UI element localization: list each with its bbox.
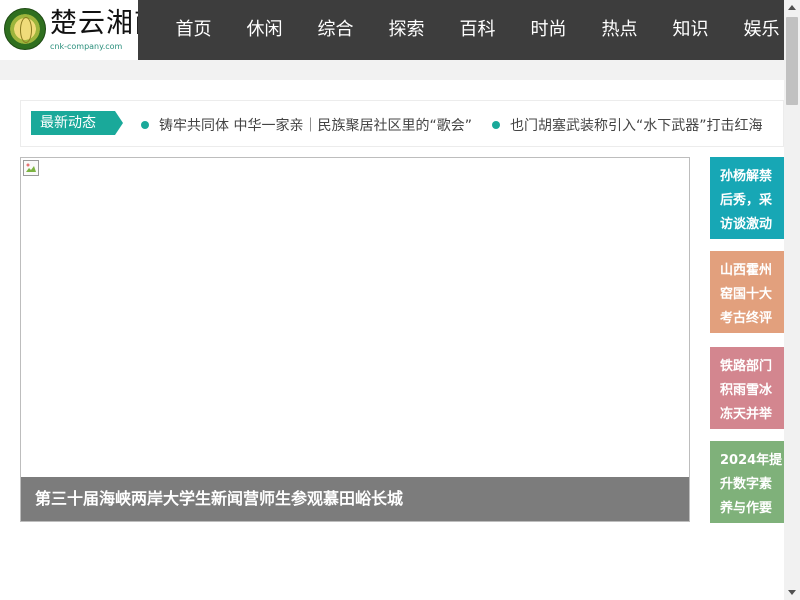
featured-caption: 第三十届海峡两岸大学生新闻营师生参观慕田峪长城 <box>21 477 689 521</box>
header-spacer <box>0 60 784 80</box>
side-card[interactable]: 山西霍州窑国十大考古终评 <box>710 251 784 333</box>
site-header: 楚云湘南 cnk-company.com 首页 休闲 综合 探索 百科 时尚 热… <box>0 0 784 60</box>
side-card[interactable]: 孙杨解禁后秀，采访谈激动哽咽 — <box>710 157 784 239</box>
ticker-items: 铸牢共同体 中华一家亲｜民族聚居社区里的“歌会” 也门胡塞武装称引入“水下武器”… <box>141 101 782 146</box>
scroll-up-arrow-icon[interactable] <box>784 0 800 16</box>
ticker-link[interactable]: 铸牢共同体 中华一家亲｜民族聚居社区里的“歌会” <box>141 101 472 146</box>
scroll-thumb[interactable] <box>786 17 798 105</box>
scroll-down-arrow-icon[interactable] <box>784 584 800 600</box>
broken-image-icon <box>23 160 39 176</box>
nav-item-leisure[interactable]: 休闲 <box>229 0 300 60</box>
page: 楚云湘南 cnk-company.com 首页 休闲 综合 探索 百科 时尚 热… <box>0 0 800 600</box>
nav-item-home[interactable]: 首页 <box>158 0 229 60</box>
side-cards: 孙杨解禁后秀，采访谈激动哽咽 — 山西霍州窑国十大考古终评 铁路部门积雨雪冰冻天… <box>710 157 784 537</box>
side-card[interactable]: 2024年提升数字素养与作要点 <box>710 441 784 523</box>
vertical-scrollbar[interactable] <box>784 0 800 600</box>
ticker-link-text: 也门胡塞武装称引入“水下武器”打击红海 <box>509 117 763 134</box>
nav-item-hot[interactable]: 热点 <box>584 0 655 60</box>
featured-image-link[interactable]: 第三十届海峡两岸大学生新闻营师生参观慕田峪长城 <box>20 157 690 522</box>
news-ticker: 最新动态 铸牢共同体 中华一家亲｜民族聚居社区里的“歌会” 也门胡塞武装称引入“… <box>20 100 784 147</box>
nav-item-knowledge[interactable]: 知识 <box>655 0 726 60</box>
side-card-text: 2024年提升数字素养与作要点 <box>720 453 783 516</box>
nav-item-explore[interactable]: 探索 <box>371 0 442 60</box>
logo-emblem-icon <box>4 8 46 50</box>
nav-item-encyclopedia[interactable]: 百科 <box>442 0 513 60</box>
nav-item-entertainment[interactable]: 娱乐 <box>726 0 784 60</box>
bullet-dot-icon <box>491 120 500 129</box>
nav-item-fashion[interactable]: 时尚 <box>513 0 584 60</box>
bullet-dot-icon <box>141 120 149 129</box>
ticker-link[interactable]: 也门胡塞武装称引入“水下武器”打击红海 <box>491 101 763 146</box>
site-logo[interactable]: 楚云湘南 cnk-company.com <box>0 0 138 60</box>
ticker-label: 最新动态 <box>31 111 123 135</box>
main-nav: 首页 休闲 综合 探索 百科 时尚 热点 知识 娱乐 <box>158 0 784 60</box>
logo-subtitle: cnk-company.com <box>50 42 123 51</box>
side-card[interactable]: 铁路部门积雨雪冰冻天并举保障旅出行 <box>710 347 784 429</box>
side-card-text: 山西霍州窑国十大考古终评 <box>720 263 773 326</box>
ticker-link-text: 铸牢共同体 中华一家亲｜民族聚居社区里的“歌会” <box>159 117 472 134</box>
logo-title: 楚云湘南 <box>50 8 138 39</box>
nav-item-general[interactable]: 综合 <box>300 0 371 60</box>
side-card-text: 孙杨解禁后秀，采访谈激动哽咽 — <box>720 169 773 232</box>
side-card-text: 铁路部门积雨雪冰冻天并举保障旅出行 <box>720 359 773 422</box>
